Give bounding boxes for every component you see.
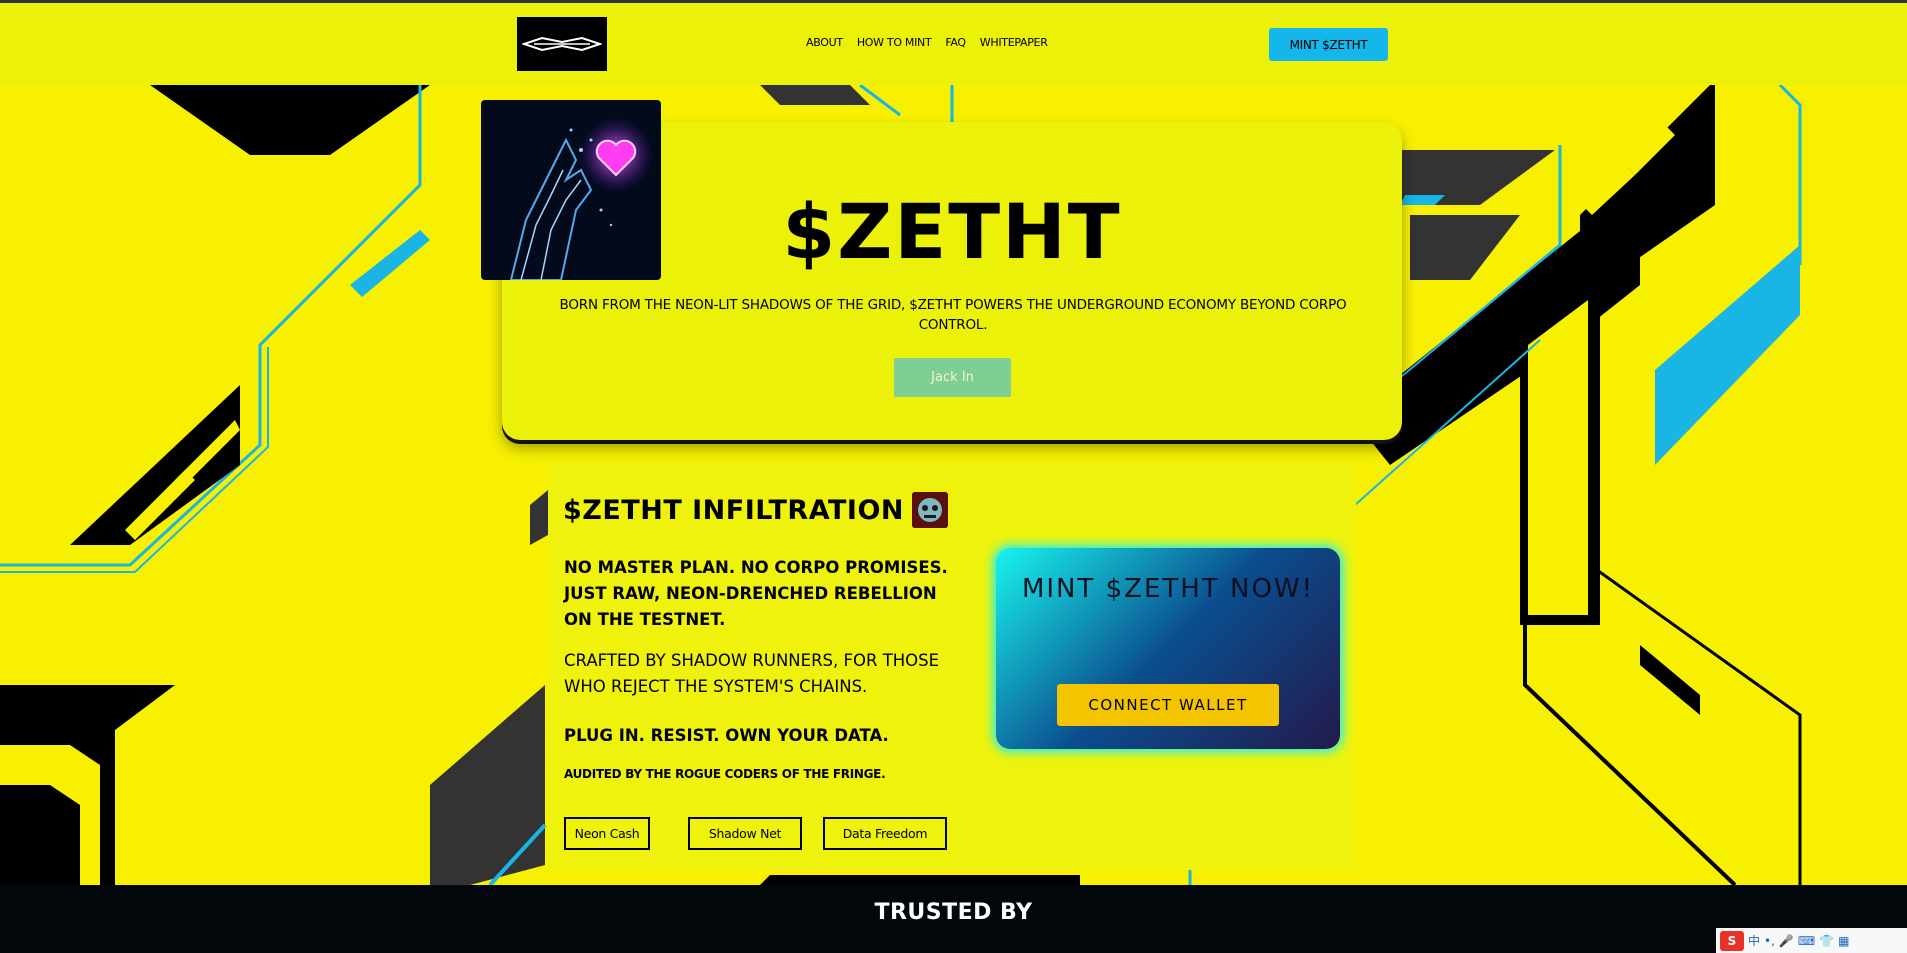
nav-faq[interactable]: FAQ	[945, 36, 966, 49]
hero-title: $ZETHT	[782, 187, 1122, 276]
microphone-icon[interactable]: 🎤	[1779, 934, 1794, 948]
site-header: ABOUT HOW TO MINT FAQ WHITEPAPER MINT $Z…	[0, 3, 1907, 85]
header-mint-button[interactable]: MINT $ZETHT	[1269, 28, 1388, 61]
robot-face-icon	[912, 492, 949, 528]
nav-how-to-mint[interactable]: HOW TO MINT	[857, 36, 932, 49]
infiltration-title-text: $ZETHT INFILTRATION	[563, 494, 905, 526]
nav-about[interactable]: ABOUT	[806, 36, 843, 49]
site-logo[interactable]	[517, 17, 607, 71]
nav-whitepaper[interactable]: WHITEPAPER	[980, 36, 1048, 49]
grid-icon[interactable]: ▦	[1838, 934, 1849, 948]
main-nav: ABOUT HOW TO MINT FAQ WHITEPAPER	[806, 36, 1048, 49]
punctuation-icon[interactable]: •,	[1764, 934, 1775, 948]
skin-icon[interactable]: 👕	[1819, 934, 1834, 948]
trusted-by-section: TRUSTED BY	[0, 885, 1907, 953]
jack-in-button[interactable]: Jack In	[894, 358, 1011, 397]
tag-data-freedom[interactable]: Data Freedom	[823, 817, 947, 850]
mint-box: MINT $ZETHT NOW! CONNECT WALLET	[996, 548, 1340, 749]
keyboard-icon[interactable]: ⌨	[1798, 934, 1815, 948]
infiltration-regular-text: CRAFTED BY SHADOW RUNNERS, FOR THOSE WHO…	[564, 651, 940, 696]
infiltration-slogan: PLUG IN. RESIST. OWN YOUR DATA.	[564, 726, 889, 745]
tag-neon-cash[interactable]: Neon Cash	[564, 817, 650, 850]
logo-mark-icon	[522, 36, 602, 52]
infiltration-title: $ZETHT INFILTRATION	[563, 492, 949, 528]
sogou-ime-icon[interactable]: S	[1720, 930, 1744, 951]
mint-box-title: MINT $ZETHT NOW!	[1021, 574, 1315, 604]
infiltration-bold-text: NO MASTER PLAN. NO CORPO PROMISES. JUST …	[564, 558, 948, 629]
audit-text: AUDITED BY THE ROGUE CODERS OF THE FRING…	[564, 767, 886, 781]
avatar	[912, 492, 949, 528]
trusted-by-heading: TRUSTED BY	[874, 900, 1033, 925]
ime-tray: S 中 •, 🎤 ⌨ 👕 ▦	[1716, 928, 1907, 953]
ime-language-indicator[interactable]: 中	[1748, 932, 1760, 949]
connect-wallet-button[interactable]: CONNECT WALLET	[1057, 684, 1279, 726]
tag-shadow-net[interactable]: Shadow Net	[688, 817, 802, 850]
hero-description: BORN FROM THE NEON-LIT SHADOWS OF THE GR…	[559, 297, 1347, 333]
